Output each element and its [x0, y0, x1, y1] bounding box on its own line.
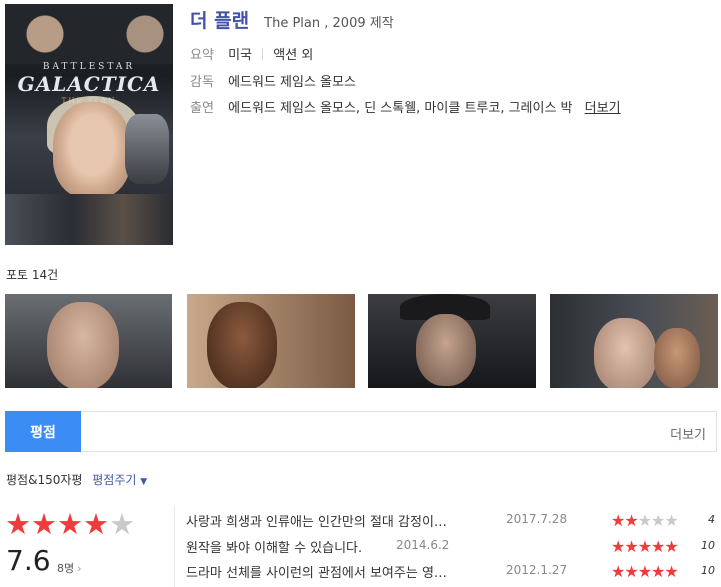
- give-rating-button[interactable]: 평점주기: [92, 473, 136, 487]
- review-score: 4: [708, 513, 715, 526]
- average-score: 7.6: [6, 544, 51, 577]
- star-empty-icon: ★: [637, 511, 652, 530]
- director-label: 감독: [190, 75, 214, 90]
- review-stars: ★★★★★: [611, 511, 679, 530]
- photo-thumb-3[interactable]: [368, 294, 536, 388]
- review-stars: ★★★★★: [611, 537, 679, 556]
- star-icon: ★: [611, 562, 625, 581]
- photo-thumb-4[interactable]: [550, 294, 718, 388]
- tab-more-link[interactable]: 더보기: [670, 424, 706, 443]
- star-icon: ★: [57, 507, 83, 541]
- review-row[interactable]: 사랑과 희생과 인류애는 인간만의 절대 감정이… 2017.7.28 ★★★★…: [186, 511, 721, 531]
- star-empty-icon: ★: [664, 511, 678, 530]
- star-empty-icon: ★: [651, 511, 665, 530]
- review-text[interactable]: 드라마 선체를 사이런의 관점에서 보여주는 영…: [186, 562, 496, 581]
- cast-label: 출연: [190, 101, 214, 116]
- poster-brand-main: GALACTICA: [17, 72, 161, 96]
- divider: [174, 506, 175, 587]
- poster-brand-top: BATTLESTAR: [42, 62, 136, 72]
- director-row: 감독 에드워드 제임스 올모스: [190, 71, 356, 90]
- star-icon: ★: [611, 511, 625, 530]
- star-icon: ★: [664, 562, 678, 581]
- review-row[interactable]: 드라마 선체를 사이런의 관점에서 보여주는 영… 2012.1.27 ★★★★…: [186, 562, 721, 582]
- review-stars: ★★★★★: [611, 562, 679, 581]
- review-date: 2014.6.2: [396, 538, 450, 552]
- summary-divider: [262, 48, 264, 60]
- photo-thumb-2[interactable]: [187, 294, 355, 388]
- director-link[interactable]: 에드워드 제임스 올모스: [228, 75, 356, 90]
- cast-more-link[interactable]: 더보기: [585, 101, 621, 116]
- movie-title[interactable]: 더 플랜: [190, 10, 249, 32]
- rating-count: 8명: [57, 562, 75, 575]
- star-icon: ★: [637, 562, 652, 581]
- photo-4-face-2: [654, 328, 700, 388]
- tab-rating[interactable]: 평점: [5, 411, 81, 452]
- rating-header: 평점&150자평 평점주기 ▼: [6, 471, 147, 488]
- star-icon: ★: [624, 562, 638, 581]
- photo-2-face: [207, 302, 277, 388]
- star-icon: ★: [611, 537, 625, 556]
- review-text[interactable]: 원작을 봐야 이해할 수 있습니다.: [186, 537, 496, 556]
- summary-label: 요약: [190, 48, 214, 63]
- review-text[interactable]: 사랑과 희생과 인류애는 인간만의 절대 감정이…: [186, 511, 496, 530]
- poster-woman: [53, 102, 131, 198]
- photo-thumb-1[interactable]: [5, 294, 172, 388]
- star-icon: ★: [624, 537, 638, 556]
- review-row[interactable]: 원작을 봐야 이해할 수 있습니다. 2014.6.2 ★★★★★ 10: [186, 537, 721, 557]
- photo-4-face-1: [594, 318, 656, 388]
- average-stars: ★★★★★: [5, 507, 135, 541]
- poster-faces: [5, 4, 173, 64]
- cast-row: 출연 에드워드 제임스 올모스, 딘 스톡웰, 마이클 트루코, 그레이스 박 …: [190, 97, 621, 116]
- poster-cylon: [125, 114, 169, 184]
- chevron-right-icon: ›: [77, 562, 82, 575]
- title-line: 더 플랜 The Plan , 2009 제작: [190, 6, 394, 33]
- star-icon: ★: [664, 537, 678, 556]
- rating-tab-bar: 평점 더보기: [5, 411, 717, 452]
- star-icon: ★: [651, 562, 665, 581]
- summary-row: 요약 미국 액션 외: [190, 44, 313, 63]
- review-date: 2012.1.27: [506, 563, 568, 577]
- review-date: 2017.7.28: [506, 512, 568, 526]
- summary-country: 미국: [228, 48, 252, 63]
- cast-links[interactable]: 에드워드 제임스 올모스, 딘 스톡웰, 마이클 트루코, 그레이스 박: [228, 101, 572, 116]
- photo-count-label[interactable]: 포토 14건: [6, 266, 58, 283]
- star-empty-icon: ★: [109, 507, 135, 541]
- summary-genre: 액션 외: [273, 48, 314, 63]
- movie-poster[interactable]: BATTLESTAR GALACTICA THE PLAN: [5, 4, 173, 245]
- photo-3-face: [416, 314, 476, 386]
- poster-bottom: [5, 194, 173, 245]
- star-icon: ★: [83, 507, 109, 541]
- review-score: 10: [701, 539, 715, 552]
- star-icon: ★: [624, 511, 638, 530]
- star-icon: ★: [31, 507, 57, 541]
- rating-header-label: 평점&150자평: [6, 473, 83, 487]
- movie-title-en: The Plan , 2009 제작: [264, 16, 394, 31]
- rating-count-link[interactable]: 8명 ›: [57, 560, 82, 576]
- review-score: 10: [701, 564, 715, 577]
- chevron-down-icon[interactable]: ▼: [140, 477, 147, 487]
- star-icon: ★: [5, 507, 31, 541]
- star-icon: ★: [651, 537, 665, 556]
- star-icon: ★: [637, 537, 652, 556]
- photo-1-face: [47, 302, 119, 388]
